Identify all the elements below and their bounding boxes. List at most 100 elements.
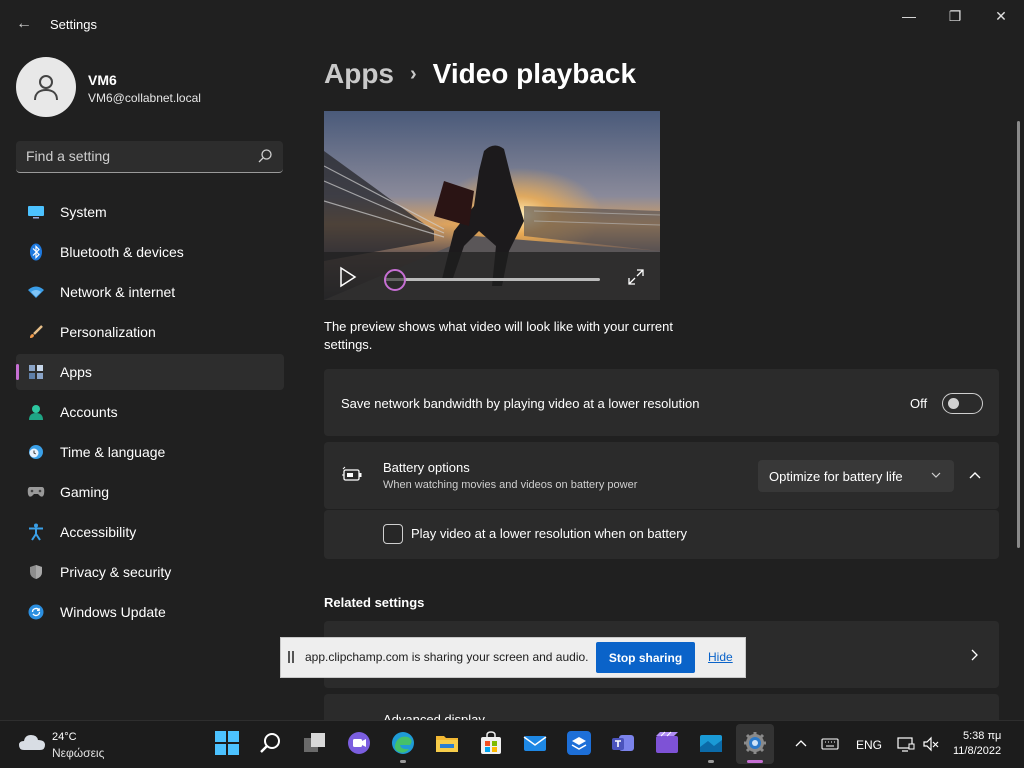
- checkbox-label[interactable]: Play video at a lower resolution when on…: [411, 526, 687, 541]
- user-icon: [34, 75, 58, 101]
- sidebar-item-gaming[interactable]: Gaming: [16, 474, 284, 510]
- fullscreen-icon[interactable]: [626, 267, 646, 287]
- brush-icon: [27, 323, 45, 341]
- file-explorer-icon[interactable]: [434, 730, 460, 756]
- bluetooth-icon: [27, 243, 45, 261]
- mail-icon[interactable]: [522, 730, 548, 756]
- avatar[interactable]: [16, 57, 76, 117]
- search-box[interactable]: [16, 141, 283, 173]
- start-icon[interactable]: [214, 730, 240, 756]
- battery-options-title: Battery options: [383, 460, 470, 475]
- sidebar-item-bluetooth[interactable]: Bluetooth & devices: [16, 234, 284, 270]
- back-button[interactable]: ←: [10, 12, 38, 36]
- sidebar-item-system[interactable]: System: [16, 194, 284, 230]
- title-bar: [0, 0, 1024, 48]
- sidebar-item-label: Privacy & security: [60, 564, 172, 580]
- store-icon[interactable]: [478, 730, 504, 756]
- settings-gear-icon[interactable]: [742, 730, 768, 756]
- battery-options-description: When watching movies and videos on batte…: [383, 479, 638, 491]
- weather-condition[interactable]: Νεφώσεις: [52, 746, 104, 760]
- search-taskbar-icon[interactable]: [258, 730, 284, 756]
- search-icon[interactable]: [257, 148, 273, 164]
- apps-icon: [27, 363, 45, 381]
- seek-thumb[interactable]: [384, 269, 406, 291]
- search-input[interactable]: [16, 141, 246, 171]
- sidebar-item-label: Accounts: [60, 404, 118, 420]
- toggle-state-label: Off: [910, 396, 928, 411]
- sidebar-item-label: Gaming: [60, 484, 110, 500]
- minimize-button[interactable]: —: [886, 0, 932, 32]
- monitor-icon: [27, 203, 45, 221]
- sidebar-item-time-language[interactable]: Time & language: [16, 434, 284, 470]
- chevron-up-tray-icon[interactable]: [794, 737, 808, 749]
- sidebar-item-windows-update[interactable]: Windows Update: [16, 594, 284, 630]
- breadcrumb-parent-link[interactable]: Apps: [324, 58, 394, 90]
- refresh-icon: [27, 603, 45, 621]
- chat-icon[interactable]: [346, 730, 372, 756]
- sidebar-item-label: Windows Update: [60, 604, 166, 620]
- battery-video-icon: [342, 466, 362, 481]
- preview-description: The preview shows what video will look l…: [324, 319, 673, 352]
- breadcrumb-separator: ›: [410, 62, 417, 85]
- battery-mode-dropdown[interactable]: Optimize for battery life: [758, 460, 954, 492]
- sidebar-item-label: Time & language: [60, 444, 166, 460]
- pause-grip-icon[interactable]: [287, 650, 295, 664]
- chevron-right-icon: [971, 649, 978, 661]
- edge-running-indicator: [400, 760, 406, 763]
- toggle-knob: [948, 398, 959, 409]
- seek-track[interactable]: [384, 278, 600, 281]
- person-icon: [27, 403, 45, 421]
- sidebar-item-label: Personalization: [60, 324, 156, 340]
- sidebar-item-label: Apps: [60, 364, 92, 380]
- edge-icon[interactable]: [390, 730, 416, 756]
- sidebar-item-privacy[interactable]: Privacy & security: [16, 554, 284, 590]
- related-settings-heading: Related settings: [324, 595, 425, 610]
- language-indicator[interactable]: ENG: [856, 738, 882, 752]
- chevron-down-icon: [931, 472, 941, 478]
- photos-running-indicator: [708, 760, 714, 763]
- network-display-icon[interactable]: [896, 735, 916, 753]
- dropdown-selected-value: Optimize for battery life: [769, 468, 903, 484]
- bandwidth-toggle[interactable]: [942, 393, 983, 414]
- close-button[interactable]: ✕: [978, 0, 1024, 32]
- lower-resolution-checkbox[interactable]: [383, 524, 403, 544]
- keyboard-icon[interactable]: [821, 737, 839, 751]
- hide-link[interactable]: Hide: [708, 650, 733, 664]
- maximize-button[interactable]: ❐: [932, 0, 978, 32]
- photos-icon[interactable]: [698, 730, 724, 756]
- sidebar-item-label: Network & internet: [60, 284, 176, 300]
- bandwidth-label: Save network bandwidth by playing video …: [341, 396, 700, 411]
- sidebar-item-apps[interactable]: Apps: [16, 354, 284, 390]
- video-controls-bar: [324, 252, 660, 300]
- play-icon[interactable]: [338, 266, 358, 288]
- volume-muted-icon[interactable]: [922, 735, 940, 753]
- settings-active-indicator: [747, 760, 763, 763]
- clock-time[interactable]: 5:38 πμ: [963, 730, 1001, 742]
- sidebar-item-label: Bluetooth & devices: [60, 244, 184, 260]
- task-view-icon[interactable]: [302, 730, 328, 756]
- app-title: Settings: [50, 17, 97, 32]
- page-title: Video playback: [432, 58, 637, 89]
- sidebar-item-accessibility[interactable]: Accessibility: [16, 514, 284, 550]
- cloud-icon[interactable]: [18, 732, 46, 752]
- sidebar-item-network[interactable]: Network & internet: [16, 274, 284, 310]
- clock-date[interactable]: 11/8/2022: [953, 745, 1001, 757]
- clock-globe-icon: [27, 443, 45, 461]
- user-name: VM6: [88, 72, 117, 88]
- workspace-icon[interactable]: [566, 730, 592, 756]
- user-email: VM6@collabnet.local: [88, 91, 201, 105]
- stop-sharing-button[interactable]: Stop sharing: [596, 642, 695, 673]
- weather-temperature[interactable]: 24°C: [52, 731, 77, 743]
- sidebar-item-accounts[interactable]: Accounts: [16, 394, 284, 430]
- clipchamp-icon[interactable]: [654, 730, 680, 756]
- breadcrumb: Apps › Video playback: [324, 58, 636, 90]
- scrollbar[interactable]: [1017, 121, 1020, 548]
- shield-icon: [27, 563, 45, 581]
- gamepad-icon: [27, 483, 45, 501]
- sidebar-item-label: Accessibility: [60, 524, 137, 540]
- sharing-status-text: app.clipchamp.com is sharing your screen…: [305, 650, 589, 664]
- teams-icon[interactable]: [610, 730, 636, 756]
- sidebar-nav: System Bluetooth & devices Network & int…: [16, 194, 284, 634]
- chevron-up-icon[interactable]: [964, 464, 986, 486]
- sidebar-item-personalization[interactable]: Personalization: [16, 314, 284, 350]
